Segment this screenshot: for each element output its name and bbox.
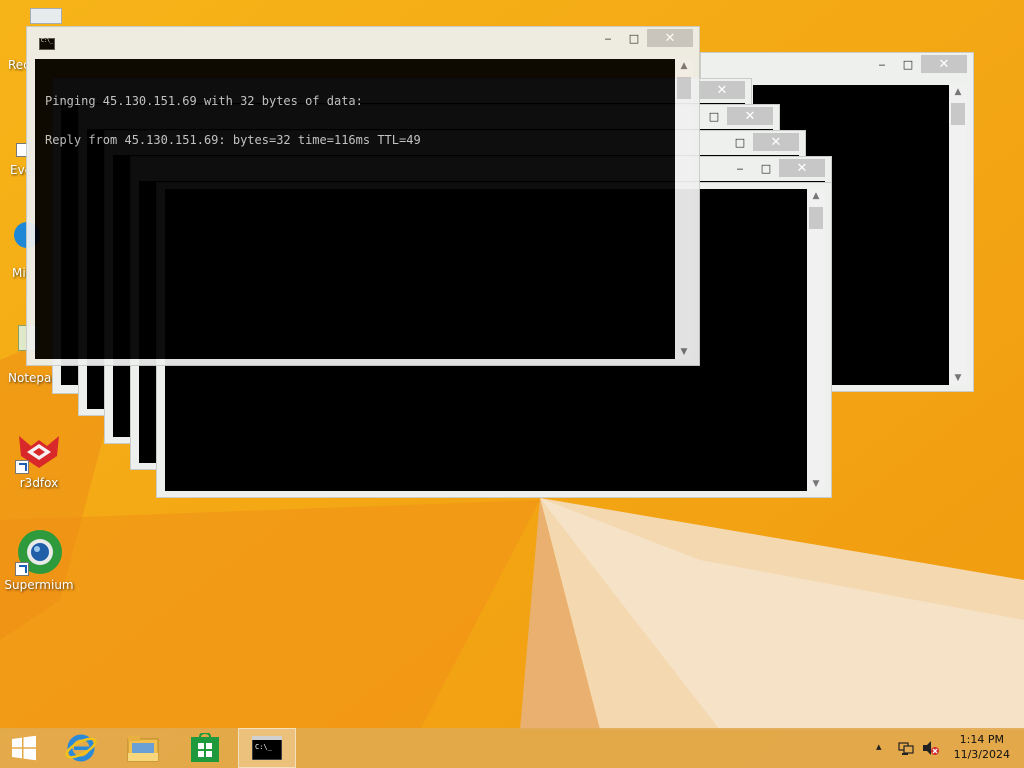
supermium-icon (15, 528, 63, 576)
console-window-active[interactable]: ‒ □ ✕ Pinging 45.130.151.69 with 32 byte… (26, 26, 700, 366)
file-explorer-icon (127, 736, 159, 762)
window-title-icon (39, 38, 55, 50)
shortcut-arrow-icon (15, 460, 29, 474)
scroll-up-arrow-icon[interactable]: ▲ (807, 189, 825, 203)
store-icon (191, 733, 219, 762)
desktop-icon-r3dfox[interactable]: r3dfox (1, 426, 77, 490)
console-output[interactable]: Pinging 45.130.151.69 with 32 bytes of d… (35, 59, 675, 359)
vertical-scrollbar[interactable]: ▲ ▼ (675, 59, 693, 359)
vertical-scrollbar[interactable]: ▲ ▼ (807, 189, 825, 491)
svg-text:C:\_: C:\_ (255, 743, 273, 751)
desktop-icon-edge[interactable]: Mi (12, 222, 40, 280)
scroll-thumb[interactable] (809, 207, 823, 229)
command-prompt-icon: C:\_ (252, 736, 282, 760)
maximize-button[interactable]: □ (621, 29, 647, 47)
clock-time: 1:14 PM (959, 733, 1004, 746)
vertical-scrollbar[interactable]: ▲ ▼ (949, 85, 967, 385)
scroll-thumb[interactable] (951, 103, 965, 125)
minimize-button[interactable]: ‒ (595, 29, 621, 47)
window-controls: ‒ □ ✕ (595, 29, 693, 47)
console-line: Pinging 45.130.151.69 with 32 bytes of d… (45, 94, 363, 108)
taskbar-file-explorer[interactable] (120, 728, 166, 768)
minimize-button[interactable]: ‒ (869, 55, 895, 73)
taskbar: C:\_ ▴ 1:14 PM 11/3/2024 (0, 728, 1024, 768)
internet-explorer-icon (65, 734, 97, 762)
window-controls: ‒ □ ✕ (869, 55, 967, 73)
recycle-bin-icon (30, 8, 62, 24)
close-button[interactable]: ✕ (753, 133, 799, 151)
cmd-icon (39, 38, 55, 50)
taskbar-command-prompt[interactable]: C:\_ (238, 728, 296, 768)
desktop-icon-label: Mi (12, 266, 26, 280)
console-line: Reply from 45.130.151.69: bytes=32 time=… (45, 133, 421, 147)
close-button[interactable]: ✕ (647, 29, 693, 47)
minimize-button[interactable]: ‒ (727, 159, 753, 177)
start-windows-icon (12, 735, 36, 761)
desktop-icon-supermium[interactable]: Supermium (1, 528, 77, 592)
desktop-icon-label: r3dfox (19, 476, 59, 490)
show-hidden-icons-chevron-icon[interactable]: ▴ (876, 740, 882, 753)
close-button[interactable]: ✕ (727, 107, 773, 125)
desktop-icon-label: Supermium (4, 578, 74, 592)
close-button[interactable]: ✕ (699, 81, 745, 99)
network-icon[interactable] (898, 740, 914, 756)
maximize-button[interactable]: □ (727, 133, 753, 151)
scroll-down-arrow-icon[interactable]: ▼ (675, 345, 693, 359)
window-controls: □ ✕ (727, 133, 799, 151)
clock-date: 11/3/2024 (953, 748, 1010, 761)
maximize-button[interactable]: □ (895, 55, 921, 73)
scroll-thumb[interactable] (677, 77, 691, 99)
close-button[interactable]: ✕ (921, 55, 967, 73)
taskbar-store[interactable] (182, 728, 228, 768)
start-button[interactable] (0, 728, 48, 768)
taskbar-clock[interactable]: 1:14 PM 11/3/2024 (954, 732, 1010, 762)
scroll-up-arrow-icon[interactable]: ▲ (675, 59, 693, 73)
r3dfox-icon (15, 426, 63, 474)
scroll-down-arrow-icon[interactable]: ▼ (949, 371, 967, 385)
scroll-up-arrow-icon[interactable]: ▲ (949, 85, 967, 99)
window-controls: □ ✕ (701, 107, 773, 125)
window-controls: ✕ (699, 81, 745, 99)
shortcut-arrow-icon (15, 562, 29, 576)
console-text: Pinging 45.130.151.69 with 32 bytes of d… (45, 69, 421, 173)
scroll-down-arrow-icon[interactable]: ▼ (807, 477, 825, 491)
volume-muted-icon[interactable] (922, 740, 940, 756)
maximize-button[interactable]: □ (701, 107, 727, 125)
maximize-button[interactable]: □ (753, 159, 779, 177)
window-controls: ‒ □ ✕ (727, 159, 825, 177)
taskbar-internet-explorer[interactable] (58, 728, 104, 768)
close-button[interactable]: ✕ (779, 159, 825, 177)
